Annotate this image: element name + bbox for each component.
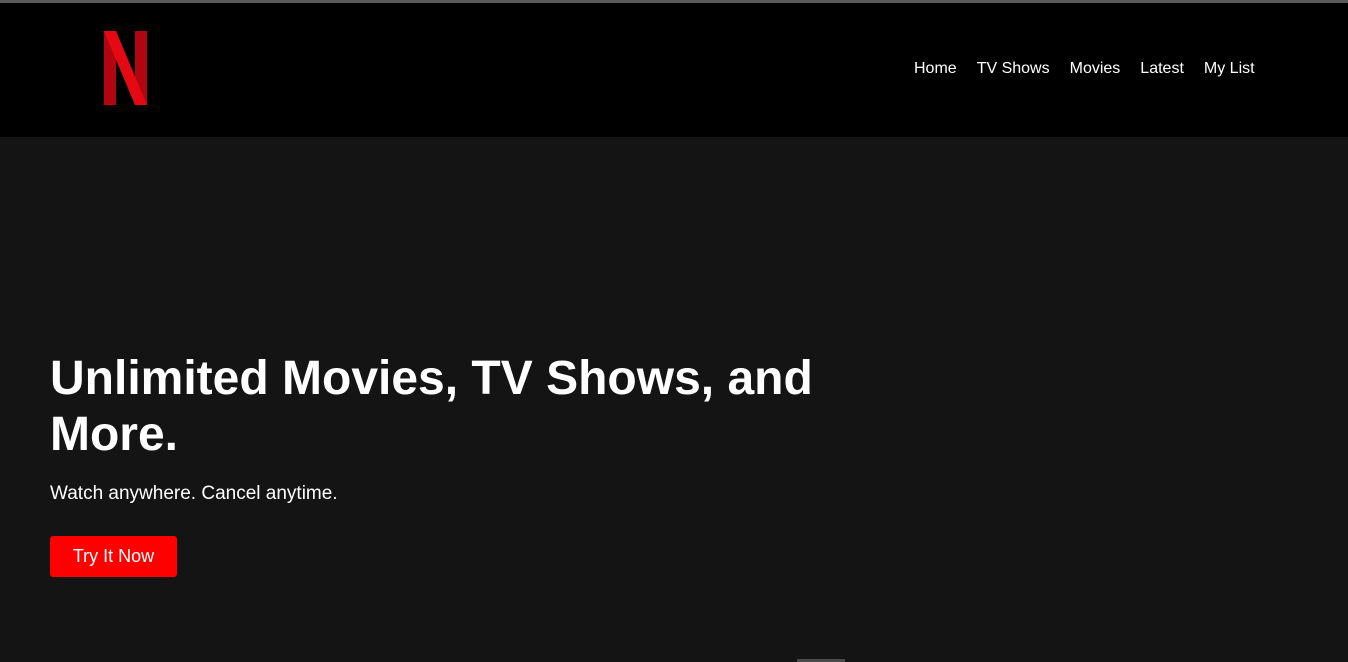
hero-section: Unlimited Movies, TV Shows, and More. Wa… — [0, 137, 1348, 662]
hero-subtitle: Watch anywhere. Cancel anytime. — [50, 483, 338, 504]
nav-item-tv-shows[interactable]: TV Shows — [977, 60, 1050, 78]
nav-item-home[interactable]: Home — [914, 60, 957, 78]
try-it-now-button[interactable]: Try It Now — [50, 536, 177, 577]
main-nav: Home TV Shows Movies Latest My List — [914, 60, 1255, 78]
site-header: Home TV Shows Movies Latest My List — [0, 3, 1348, 137]
nav-item-movies[interactable]: Movies — [1070, 60, 1121, 78]
nav-item-latest[interactable]: Latest — [1140, 60, 1184, 78]
netflix-logo-icon[interactable] — [104, 31, 147, 105]
nav-item-my-list[interactable]: My List — [1204, 60, 1255, 78]
hero-title: Unlimited Movies, TV Shows, and More. — [50, 352, 813, 461]
